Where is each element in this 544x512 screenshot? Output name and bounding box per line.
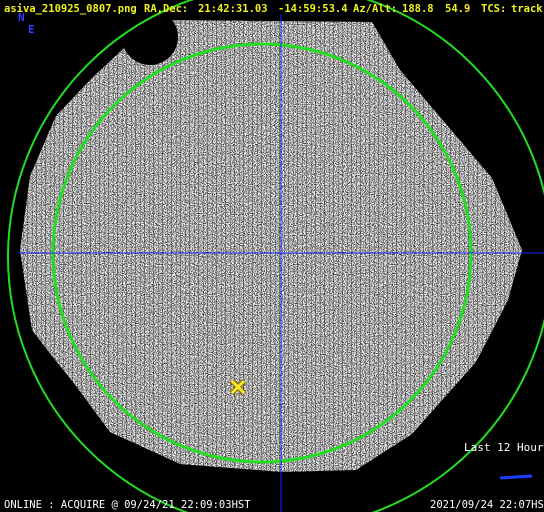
compass-north: N — [18, 11, 25, 24]
tcs-label: TCS: — [481, 3, 507, 15]
tcs-state: track — [511, 3, 543, 15]
allsky-camera-view: asiva_210925_0807.png RA,Dec: 21:42:31.0… — [0, 0, 544, 512]
legend-track-swatch — [499, 474, 533, 480]
image-timestamp: 2021/09/24 22:07HST — [430, 499, 544, 511]
dec-value: -14:59:53.4 — [278, 3, 348, 15]
ra-value: 21:42:31.03 — [198, 3, 268, 15]
compass-east: E — [28, 23, 35, 36]
alt-value: 54.9 — [445, 3, 471, 15]
allsky-image — [7, 0, 544, 512]
legend-label: Last 12 Hours — [464, 441, 544, 454]
radec-label: RA,Dec: — [144, 3, 189, 15]
azalt-label: Az/Alt: — [353, 3, 398, 15]
az-value: 188.8 — [402, 3, 434, 15]
status-line: ONLINE : ACQUIRE @ 09/24/21 22:09:03HST — [4, 499, 251, 511]
